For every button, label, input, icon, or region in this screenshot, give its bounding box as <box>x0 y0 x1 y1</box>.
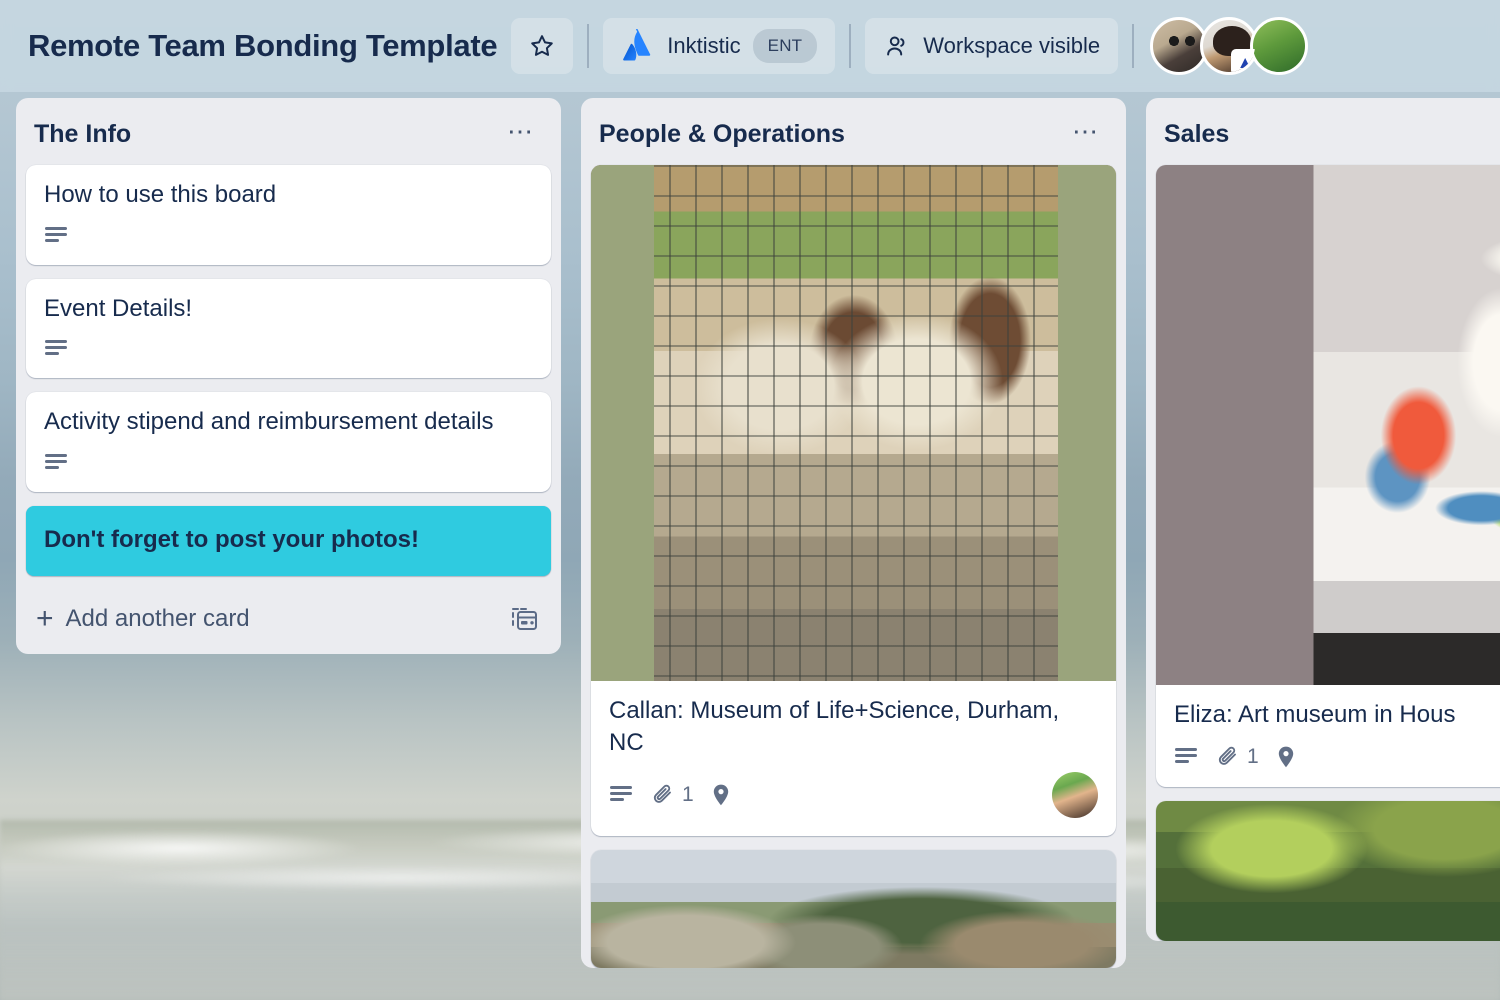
location-pin-icon <box>710 783 732 807</box>
card-body: Don't forget to post your photos! <box>26 506 551 576</box>
add-another-card-button[interactable]: + Add another card <box>24 586 553 654</box>
attachment-count: 1 <box>682 783 694 807</box>
header-divider-1 <box>587 24 590 68</box>
paperclip-icon <box>1216 745 1240 769</box>
list-sales: Sales Eliza: Art museum in Hous 1 <box>1146 98 1500 941</box>
card-list: Eliza: Art museum in Hous 1 <box>1154 165 1500 941</box>
paperclip-icon <box>651 783 675 807</box>
card-body: Event Details! <box>26 279 551 379</box>
card-badges: 1 <box>1174 745 1500 769</box>
card-template-icon[interactable] <box>509 605 539 633</box>
attachment-count: 1 <box>1247 744 1259 768</box>
card-title: Event Details! <box>44 294 193 322</box>
star-icon <box>528 32 556 60</box>
list-actions-menu-button[interactable]: ⋯ <box>1064 118 1108 148</box>
description-icon <box>44 338 70 360</box>
card-title: Eliza: Art museum in Hous <box>1174 701 1456 728</box>
list-title: People & Operations <box>599 120 845 148</box>
header-divider-3 <box>1132 24 1135 68</box>
workspace-plan-badge: ENT <box>752 29 818 63</box>
location-pin-icon <box>1275 745 1297 769</box>
board-visibility-button[interactable]: Workspace visible <box>865 18 1119 74</box>
list-header: The Info ⋯ <box>24 106 553 165</box>
list-actions-menu-button[interactable]: ⋯ <box>499 118 543 148</box>
card[interactable]: Event Details! <box>26 278 551 379</box>
card-badges <box>44 338 533 360</box>
description-icon <box>44 452 70 474</box>
card-body: How to use this board <box>26 165 551 265</box>
list-people-and-operations: People & Operations ⋯ Callan: Museum of … <box>581 98 1126 969</box>
avatar[interactable] <box>1250 17 1309 75</box>
card-badges: 1 <box>609 772 1098 819</box>
card-badges <box>44 452 533 474</box>
board-visibility-label: Workspace visible <box>923 33 1101 58</box>
attachment-badge: 1 <box>1216 745 1259 769</box>
card-cover-image <box>1156 165 1500 685</box>
card-cover-image <box>591 165 1116 681</box>
description-icon <box>44 225 70 247</box>
card[interactable]: Eliza: Art museum in Hous 1 <box>1156 165 1500 787</box>
add-card-label-group: + Add another card <box>36 601 250 635</box>
card-title: How to use this board <box>44 181 277 208</box>
card[interactable] <box>591 850 1116 969</box>
list-header: Sales <box>1154 106 1500 165</box>
atlassian-logo-icon <box>621 29 655 63</box>
board-canvas: The Info ⋯ How to use this board Event D… <box>0 92 1500 1000</box>
card[interactable]: Don't forget to post your photos! <box>26 506 551 576</box>
card-cover-image <box>591 850 1116 969</box>
card-body: Activity stipend and reimbursement detai… <box>26 392 551 492</box>
list-header: People & Operations ⋯ <box>589 106 1118 165</box>
card-body: Callan: Museum of Life+Science, Durham, … <box>591 681 1116 836</box>
card-title: Callan: Museum of Life+Science, Durham, … <box>609 697 1060 756</box>
list-the-info: The Info ⋯ How to use this board Event D… <box>16 98 561 654</box>
card-cover-image <box>1156 800 1500 941</box>
board-header: Remote Team Bonding Template Inktistic E… <box>0 0 1500 92</box>
description-icon <box>1174 746 1200 768</box>
card-badges <box>44 225 533 247</box>
people-icon <box>883 32 911 60</box>
card[interactable]: How to use this board <box>26 165 551 265</box>
card-title: Activity stipend and reimbursement detai… <box>44 408 494 436</box>
list-title: The Info <box>34 120 132 148</box>
card-list: Callan: Museum of Life+Science, Durham, … <box>589 165 1118 969</box>
add-another-card-label: Add another card <box>65 604 250 632</box>
plus-icon: + <box>36 601 54 635</box>
card[interactable]: Callan: Museum of Life+Science, Durham, … <box>591 165 1116 837</box>
chevrons-up-icon: ▲ <box>1231 49 1256 72</box>
member-avatar-group: ▲ <box>1150 17 1309 75</box>
workspace-name: Inktistic <box>667 33 741 58</box>
list-title: Sales <box>1164 120 1230 148</box>
card[interactable] <box>1156 800 1500 941</box>
card[interactable]: Activity stipend and reimbursement detai… <box>26 392 551 493</box>
page-title: Remote Team Bonding Template <box>28 28 498 63</box>
description-icon <box>609 784 635 806</box>
star-board-button[interactable] <box>511 18 574 74</box>
workspace-switcher-button[interactable]: Inktistic ENT <box>603 18 836 74</box>
attachment-badge: 1 <box>651 783 694 807</box>
card-list: How to use this board Event Details! Act… <box>24 165 553 576</box>
header-divider-2 <box>849 24 852 68</box>
card-title: Don't forget to post your photos! <box>44 526 419 554</box>
avatar[interactable] <box>1052 772 1098 819</box>
card-body: Eliza: Art museum in Hous 1 <box>1156 685 1500 787</box>
